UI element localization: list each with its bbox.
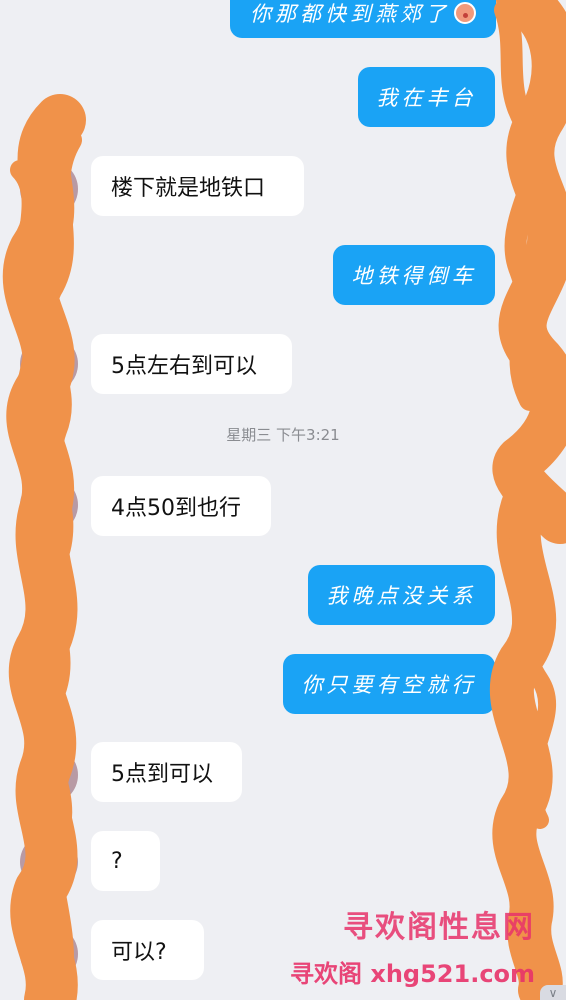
- chat-area[interactable]: 你那都快到燕郊了 我在丰台 楼下就是地铁口 地铁得倒车 5点左右到可以 星期三 …: [0, 0, 566, 1000]
- message-bubble-incoming[interactable]: 可以?: [91, 920, 204, 980]
- message-text: 楼下就是地铁口: [111, 176, 266, 201]
- message-text: 我晚点没关系: [326, 584, 477, 608]
- message-text: 5点到可以: [111, 762, 213, 787]
- avatar[interactable]: [20, 160, 78, 218]
- message-bubble-outgoing[interactable]: 我在丰台: [358, 67, 495, 127]
- message-text: 我在丰台: [376, 86, 477, 110]
- message-bubble-incoming[interactable]: 楼下就是地铁口: [91, 156, 304, 216]
- chevron-down-icon[interactable]: ∨: [540, 985, 566, 1000]
- message-bubble-incoming[interactable]: 5点到可以: [91, 742, 242, 802]
- message-bubble-incoming[interactable]: 5点左右到可以: [91, 334, 292, 394]
- avatar[interactable]: [20, 746, 78, 804]
- message-text: 可以?: [111, 940, 167, 965]
- watermark-title: 寻欢阁性息网: [343, 910, 535, 945]
- message-text: 你只要有空就行: [301, 673, 477, 697]
- message-bubble-outgoing[interactable]: 你那都快到燕郊了: [230, 0, 496, 38]
- message-bubble-outgoing[interactable]: 你只要有空就行: [283, 654, 495, 714]
- message-text: 地铁得倒车: [351, 264, 477, 288]
- message-text: ?: [111, 848, 123, 874]
- avatar[interactable]: [20, 335, 78, 393]
- message-bubble-incoming[interactable]: 4点50到也行: [91, 476, 271, 536]
- message-text: 你那都快到燕郊了: [250, 2, 450, 26]
- message-bubble-outgoing[interactable]: 地铁得倒车: [333, 245, 495, 305]
- emoji-icon: [454, 2, 476, 24]
- avatar[interactable]: [20, 925, 78, 983]
- message-text: 4点50到也行: [111, 496, 241, 521]
- message-timestamp: 星期三 下午3:21: [226, 426, 340, 444]
- avatar[interactable]: [20, 476, 78, 534]
- message-bubble-incoming[interactable]: ?: [91, 831, 160, 891]
- message-bubble-outgoing[interactable]: 我晚点没关系: [308, 565, 495, 625]
- avatar[interactable]: [20, 833, 78, 891]
- watermark-url: 寻欢阁 xhg521.com: [290, 960, 536, 988]
- message-text: 5点左右到可以: [111, 354, 257, 379]
